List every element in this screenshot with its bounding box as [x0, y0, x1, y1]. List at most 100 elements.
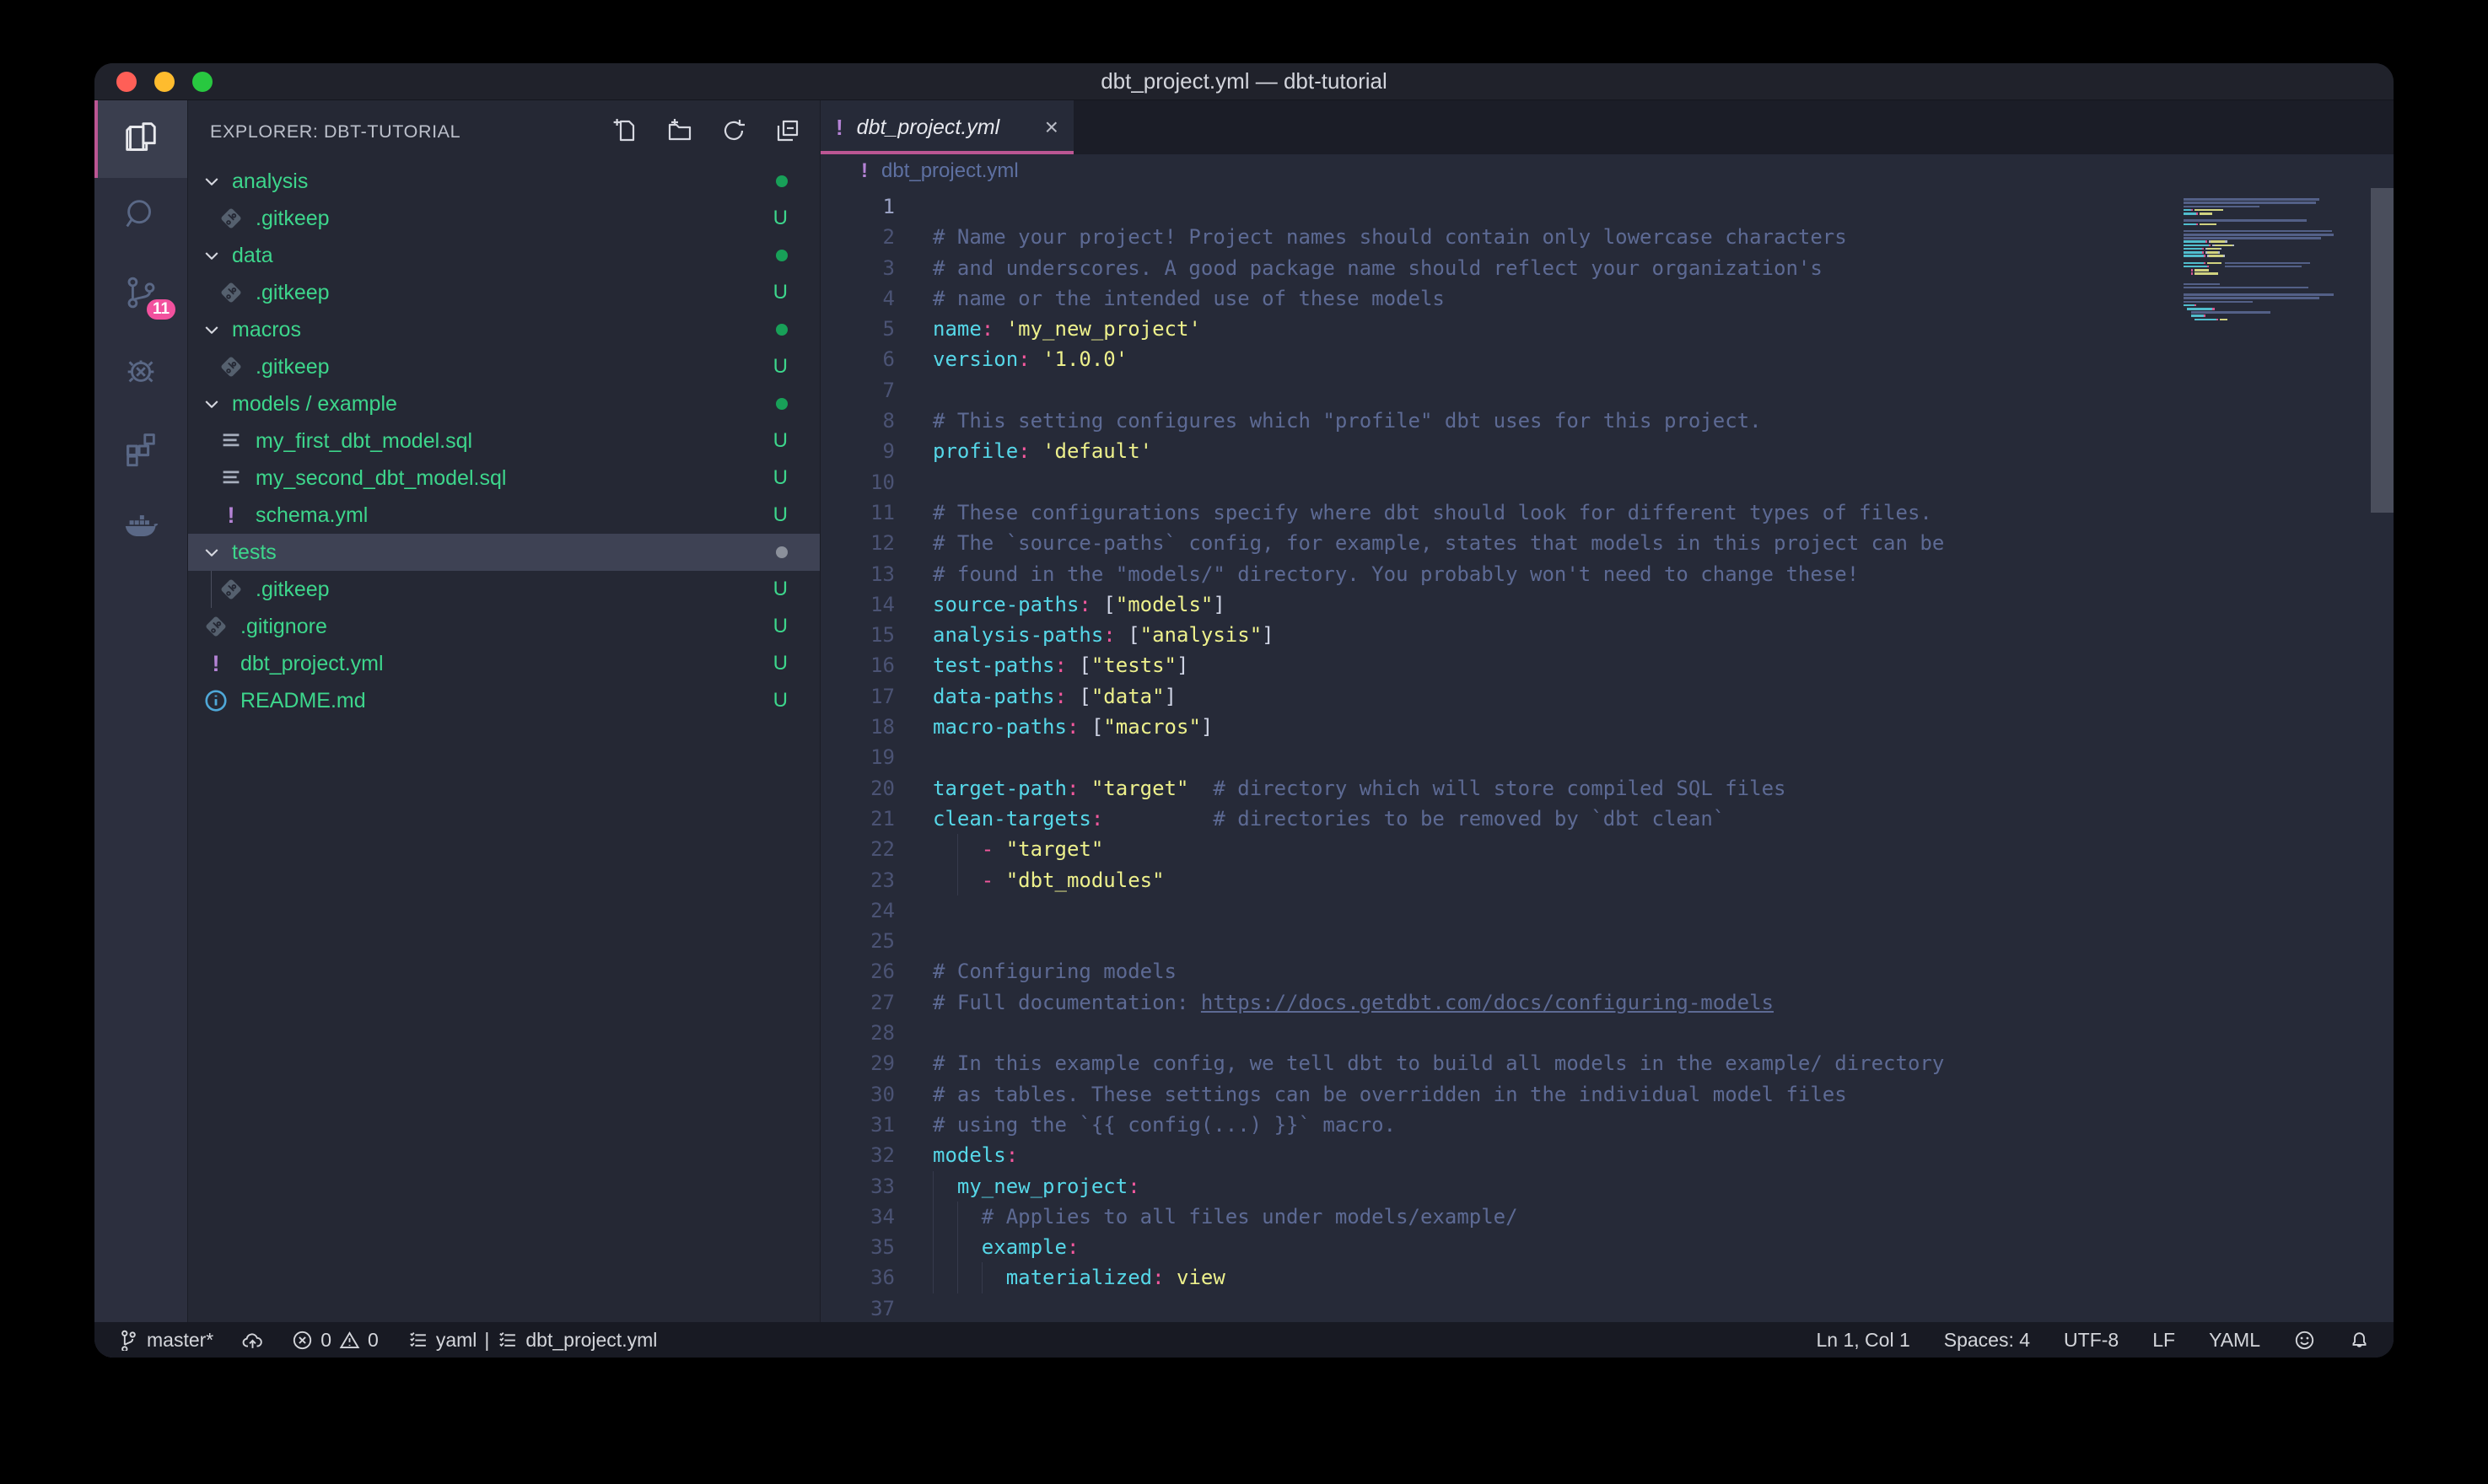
- eol-indicator[interactable]: LF: [2152, 1329, 2175, 1352]
- activity-bar: 11: [94, 100, 187, 1358]
- tab-dbt-project-yml[interactable]: ! dbt_project.yml ×: [821, 100, 1074, 154]
- tree-item--gitkeep[interactable]: .gitkeepU: [188, 348, 820, 385]
- line-number: 31: [821, 1110, 895, 1140]
- notifications-button[interactable]: [2349, 1330, 2370, 1351]
- activity-item-extensions[interactable]: [94, 411, 187, 488]
- minimap[interactable]: [2184, 195, 2369, 325]
- code-line-35: 35 example:: [821, 1232, 2394, 1262]
- indentation-indicator[interactable]: Spaces: 4: [1944, 1329, 2030, 1352]
- breadcrumb[interactable]: ! dbt_project.yml: [821, 154, 2394, 188]
- tree-item-models-example[interactable]: models / example: [188, 385, 820, 422]
- line-number: 25: [821, 926, 895, 956]
- tree-indent-guide: [211, 571, 212, 608]
- yaml-language-status[interactable]: yaml | dbt_project.yml: [407, 1329, 658, 1352]
- git-branch-indicator[interactable]: master*: [118, 1329, 213, 1352]
- git-file-icon: [218, 577, 244, 602]
- git-folder-dot: [776, 324, 788, 336]
- line-number: 11: [821, 497, 895, 528]
- status-separator: |: [484, 1329, 489, 1352]
- activity-item-search[interactable]: [94, 178, 187, 255]
- tree-item-my-first-dbt-model-sql[interactable]: my_first_dbt_model.sqlU: [188, 422, 820, 460]
- code-line-26: 26# Configuring models: [821, 956, 2394, 987]
- git-untracked-badge: U: [773, 503, 788, 527]
- explorer-icon: [121, 118, 160, 161]
- tree-item-macros[interactable]: macros: [188, 311, 820, 348]
- new-file-button[interactable]: [612, 117, 641, 146]
- line-number: 30: [821, 1079, 895, 1110]
- tree-item-analysis[interactable]: analysis: [188, 163, 820, 200]
- file-status-label: dbt_project.yml: [525, 1329, 657, 1352]
- tree-item-readme-md[interactable]: README.mdU: [188, 682, 820, 719]
- git-folder-dot: [776, 250, 788, 261]
- file-name: data: [232, 244, 776, 268]
- chevron-down-icon: [202, 245, 223, 266]
- close-window-button[interactable]: [116, 72, 137, 92]
- explorer-title: EXPLORER: DBT-TUTORIAL: [210, 121, 612, 142]
- tree-item-dbt-project-yml[interactable]: !dbt_project.ymlU: [188, 645, 820, 682]
- line-number: 13: [821, 559, 895, 589]
- file-name: .gitkeep: [256, 281, 773, 305]
- new-folder-icon: [666, 133, 693, 148]
- encoding-indicator[interactable]: UTF-8: [2064, 1329, 2119, 1352]
- file-name: dbt_project.yml: [240, 652, 773, 676]
- cursor-position-indicator[interactable]: Ln 1, Col 1: [1817, 1329, 1910, 1352]
- yaml-warning-icon: !: [861, 159, 868, 183]
- sync-changes-button[interactable]: [242, 1330, 263, 1351]
- line-number: 19: [821, 742, 895, 772]
- refresh-explorer-button[interactable]: [720, 117, 749, 146]
- code-line-36: 36 materialized: view: [821, 1262, 2394, 1293]
- tree-item--gitkeep[interactable]: .gitkeepU: [188, 200, 820, 237]
- line-number: 28: [821, 1018, 895, 1048]
- git-untracked-badge: U: [773, 281, 788, 304]
- file-name: tests: [232, 540, 776, 565]
- file-name: my_second_dbt_model.sql: [256, 466, 773, 491]
- extensions-icon: [121, 428, 160, 471]
- line-number: 27: [821, 987, 895, 1018]
- activity-item-docker[interactable]: [94, 488, 187, 566]
- language-mode-indicator[interactable]: YAML: [2209, 1329, 2260, 1352]
- tree-item-data[interactable]: data: [188, 237, 820, 274]
- editor-scrollbar[interactable]: [2371, 188, 2394, 513]
- tree-item-tests[interactable]: tests: [188, 534, 820, 571]
- tree-item-my-second-dbt-model-sql[interactable]: my_second_dbt_model.sqlU: [188, 460, 820, 497]
- code-line-9: 9profile: 'default': [821, 436, 2394, 466]
- folder-dot: [776, 546, 788, 558]
- warning-count: 0: [368, 1329, 379, 1352]
- close-tab-icon[interactable]: ×: [1045, 116, 1058, 139]
- code-editor[interactable]: 12# Name your project! Project names sho…: [821, 188, 2394, 1323]
- feedback-button[interactable]: [2294, 1330, 2315, 1351]
- minimize-window-button[interactable]: [154, 72, 175, 92]
- file-name: schema.yml: [256, 503, 773, 528]
- git-untracked-badge: U: [773, 689, 788, 712]
- new-folder-button[interactable]: [666, 117, 695, 146]
- code-line-5: 5name: 'my_new_project': [821, 314, 2394, 344]
- tree-item--gitkeep[interactable]: .gitkeepU: [188, 274, 820, 311]
- zoom-window-button[interactable]: [192, 72, 213, 92]
- docker-icon: [121, 506, 160, 549]
- chevron-down-icon: [202, 541, 223, 563]
- git-folder-dot: [776, 175, 788, 187]
- refresh-explorer-icon: [720, 133, 747, 148]
- tree-item-schema-yml[interactable]: ! schema.ymlU: [188, 497, 820, 534]
- explorer-sidebar: EXPLORER: DBT-TUTORIAL analysis.gitkeepU…: [187, 100, 820, 1358]
- activity-item-source-control[interactable]: 11: [94, 255, 187, 333]
- code-line-8: 8# This setting configures which "profil…: [821, 406, 2394, 436]
- line-number: 35: [821, 1232, 895, 1262]
- tree-item--gitignore[interactable]: .gitignoreU: [188, 608, 820, 645]
- code-line-25: 25: [821, 926, 2394, 956]
- problems-indicator[interactable]: 0 0: [292, 1329, 379, 1352]
- activity-item-run-debug[interactable]: [94, 333, 187, 411]
- code-line-34: 34 # Applies to all files under models/e…: [821, 1202, 2394, 1232]
- code-line-30: 30# as tables. These settings can be ove…: [821, 1079, 2394, 1110]
- code-line-2: 2# Name your project! Project names shou…: [821, 222, 2394, 252]
- editor-group: ! dbt_project.yml × ! dbt_project.yml 12…: [820, 100, 2394, 1358]
- line-number: 10: [821, 467, 895, 497]
- collapse-folders-button[interactable]: [774, 117, 803, 146]
- git-untracked-badge: U: [773, 466, 788, 490]
- yaml-file-icon: !: [218, 503, 244, 528]
- tree-item--gitkeep[interactable]: .gitkeepU: [188, 571, 820, 608]
- window-title: dbt_project.yml — dbt-tutorial: [1101, 68, 1387, 94]
- code-line-19: 19: [821, 742, 2394, 772]
- code-line-20: 20target-path: "target" # directory whic…: [821, 773, 2394, 804]
- activity-item-explorer[interactable]: [94, 100, 187, 178]
